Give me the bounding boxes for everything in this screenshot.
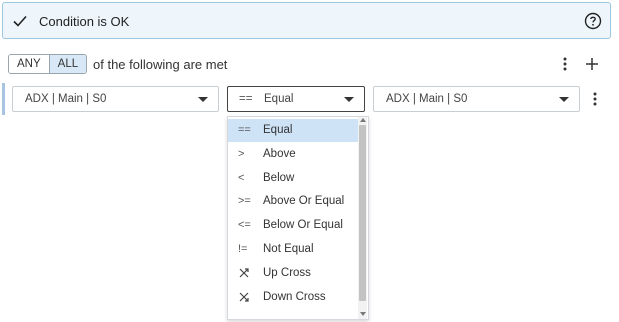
dropdown-scroll-thumb[interactable] bbox=[359, 125, 366, 301]
option-label: Not Equal bbox=[263, 243, 314, 255]
chevron-down-icon bbox=[559, 97, 569, 102]
check-icon bbox=[13, 14, 27, 28]
condition-row-indicator bbox=[2, 83, 5, 115]
option-label: Above Or Equal bbox=[263, 195, 345, 207]
cross-down-icon bbox=[238, 291, 256, 303]
option-above-or-equal[interactable]: >= Above Or Equal bbox=[228, 190, 358, 213]
operator-symbol: <= bbox=[238, 219, 251, 231]
more-vertical-icon[interactable] bbox=[560, 56, 570, 72]
operator-symbol: < bbox=[238, 172, 245, 184]
option-above[interactable]: > Above bbox=[228, 143, 358, 166]
scroll-up-icon[interactable] bbox=[360, 118, 366, 122]
option-below-or-equal[interactable]: <= Below Or Equal bbox=[228, 214, 358, 237]
operator-dropdown: == Equal > Above < Below >= Above Or Equ… bbox=[227, 116, 369, 320]
option-label: Up Cross bbox=[263, 267, 311, 279]
plus-icon[interactable] bbox=[585, 56, 599, 72]
any-all-toggle: ANY ALL bbox=[8, 54, 88, 74]
option-label: Below bbox=[263, 172, 295, 184]
operator-symbol: == bbox=[238, 124, 251, 136]
option-label: Equal bbox=[263, 124, 293, 136]
help-circle-icon[interactable] bbox=[584, 12, 602, 30]
chevron-down-icon bbox=[198, 97, 208, 102]
cross-up-icon bbox=[238, 267, 256, 279]
scroll-down-icon[interactable] bbox=[360, 312, 366, 316]
operator-symbol: != bbox=[238, 243, 248, 255]
option-below[interactable]: < Below bbox=[228, 167, 358, 190]
status-title: Condition is OK bbox=[39, 14, 130, 29]
option-equal[interactable]: == Equal bbox=[228, 119, 358, 142]
option-up-cross[interactable]: Up Cross bbox=[228, 262, 358, 285]
operator-select[interactable]: == Equal bbox=[227, 86, 365, 112]
option-label: Below Or Equal bbox=[263, 219, 343, 231]
option-not-equal[interactable]: != Not Equal bbox=[228, 238, 358, 261]
operator-symbol: > bbox=[238, 148, 245, 160]
left-operand-select[interactable]: ADX | Main | S0 bbox=[12, 86, 219, 112]
more-vertical-icon[interactable] bbox=[590, 91, 600, 107]
left-operand-value: ADX | Main | S0 bbox=[25, 93, 107, 105]
operator-value: Equal bbox=[264, 93, 294, 105]
right-operand-select[interactable]: ADX | Main | S0 bbox=[373, 86, 580, 112]
operator-symbol: == bbox=[239, 93, 253, 105]
chevron-down-icon bbox=[344, 97, 354, 102]
status-banner: Condition is OK bbox=[2, 2, 611, 39]
right-operand-value: ADX | Main | S0 bbox=[386, 93, 468, 105]
option-label: Above bbox=[263, 148, 296, 160]
following-text: of the following are met bbox=[93, 57, 228, 72]
option-down-cross[interactable]: Down Cross bbox=[228, 286, 358, 309]
any-button[interactable]: ANY bbox=[9, 55, 49, 73]
option-label: Down Cross bbox=[263, 291, 326, 303]
operator-symbol: >= bbox=[238, 195, 251, 207]
all-button[interactable]: ALL bbox=[48, 55, 87, 73]
